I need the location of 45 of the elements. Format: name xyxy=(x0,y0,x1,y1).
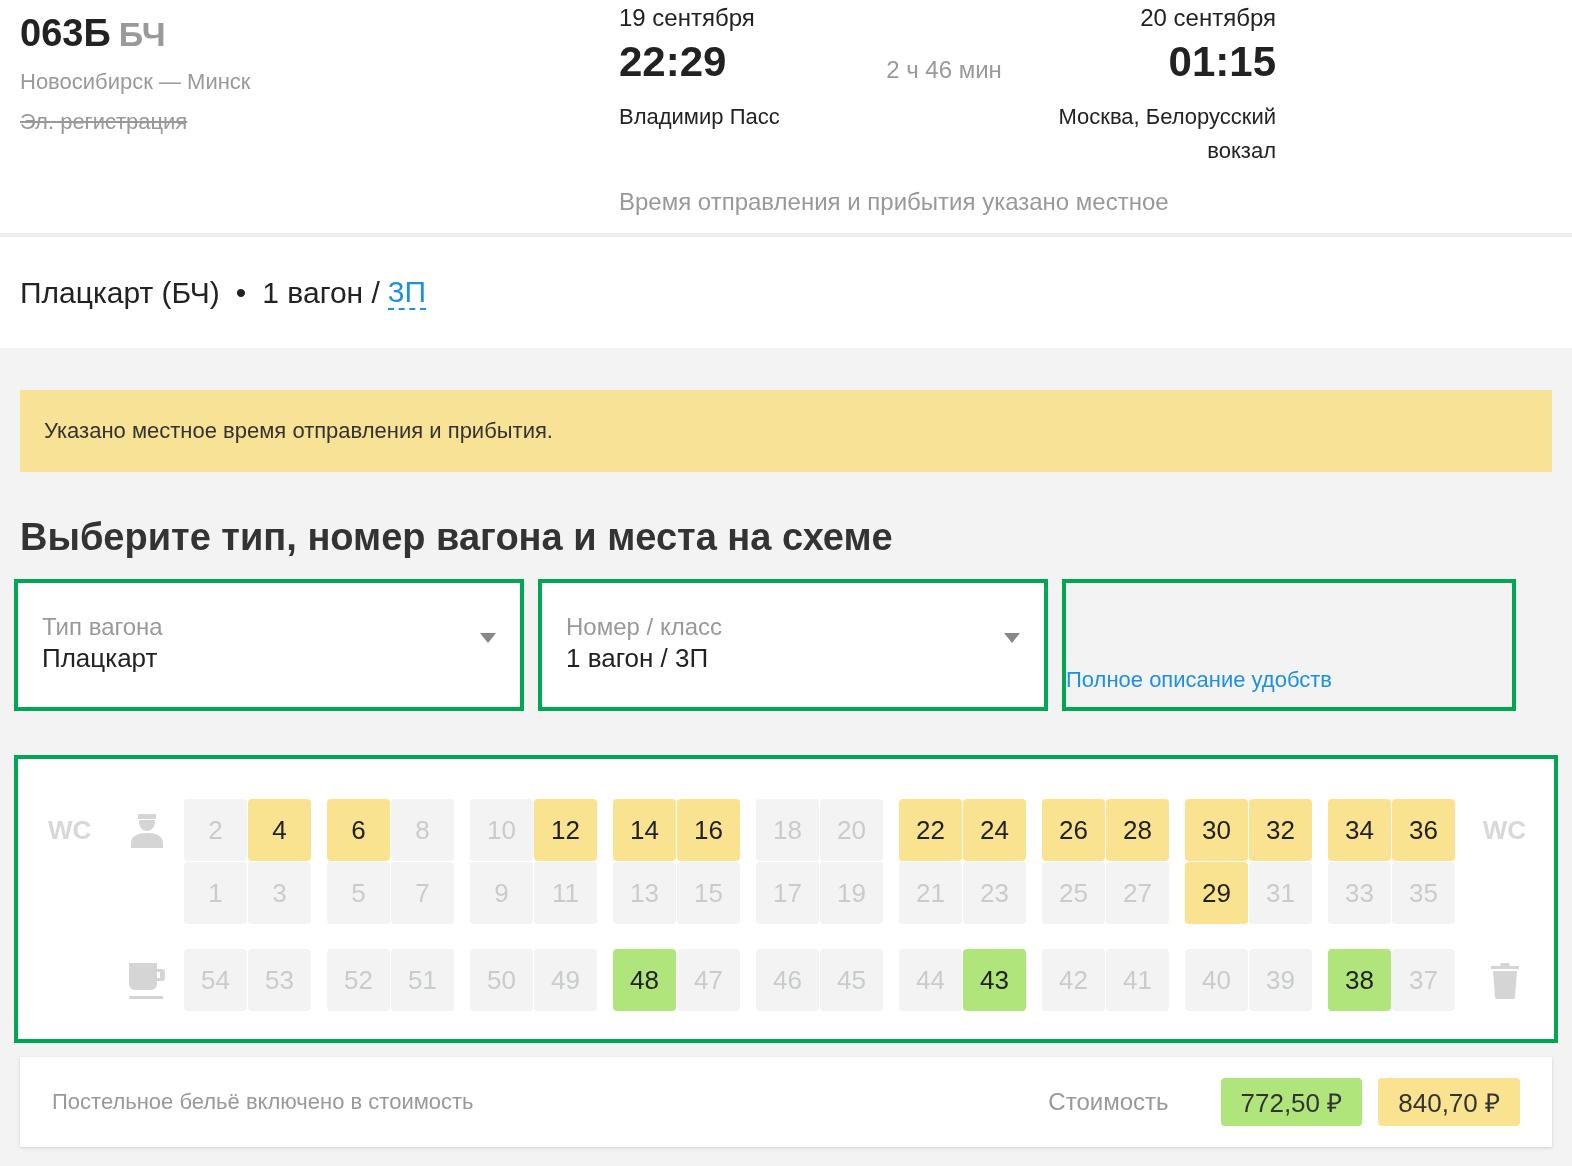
car-number: 1 вагон / xyxy=(262,275,380,310)
conductor-icon xyxy=(129,812,165,849)
cost-label: Стоимость xyxy=(1048,1088,1169,1116)
seat[interactable]: 14 xyxy=(613,799,676,861)
trash-icon xyxy=(1490,963,1519,999)
dropdown-caret-icon xyxy=(480,633,496,643)
notice-banner: Указано местное время отправления и прибытия. xyxy=(20,390,1552,472)
seat[interactable]: 48 xyxy=(613,949,676,1011)
seat[interactable]: 22 xyxy=(899,799,962,861)
dropdown-select[interactable]: Номер / класс 1 вагон / 3П xyxy=(538,579,1048,711)
dropdown-caret-icon xyxy=(1004,633,1020,643)
duration: 2 ч 46 мин xyxy=(885,56,1003,84)
seat[interactable]: 12 xyxy=(534,799,597,861)
train-operator: БЧ xyxy=(118,15,166,53)
seat[interactable]: 36 xyxy=(1392,799,1455,861)
seat[interactable]: 29 xyxy=(1185,862,1248,924)
seat[interactable]: 30 xyxy=(1185,799,1248,861)
departure-date: 19 сентября xyxy=(619,4,756,32)
seat[interactable]: 24 xyxy=(963,799,1026,861)
arrival-station: Москва, Белорусский вокзал xyxy=(1057,103,1276,165)
cup-icon xyxy=(128,962,166,1000)
seat[interactable]: 28 xyxy=(1106,799,1169,861)
seat[interactable]: 6 xyxy=(327,799,390,861)
arrival-date: 20 сентября xyxy=(1140,4,1276,32)
seat[interactable]: 16 xyxy=(677,799,740,861)
e-registration: Эл. регистрация xyxy=(20,109,189,135)
seat[interactable]: 34 xyxy=(1328,799,1391,861)
section-heading: Выберите тип, номер вагона и места на схеме xyxy=(20,516,894,559)
dropdown-select[interactable]: Тип вагона Плацкарт xyxy=(14,579,524,711)
seat[interactable]: 4 xyxy=(248,799,311,861)
price-tag: 772,50 ₽ xyxy=(1220,1078,1363,1126)
price-tag: 840,70 ₽ xyxy=(1378,1078,1520,1126)
seat[interactable]: 32 xyxy=(1249,799,1312,861)
seat[interactable]: 38 xyxy=(1328,949,1391,1011)
bedding-note: Постельное бельё включено в стоимость xyxy=(52,1089,475,1115)
time-note: Время отправления и прибытия указано местное xyxy=(619,188,1170,216)
arrival-time: 01:15 xyxy=(1168,38,1276,86)
separator-dot: • xyxy=(235,275,247,310)
seat[interactable]: 43 xyxy=(963,949,1026,1011)
seat[interactable]: 26 xyxy=(1042,799,1105,861)
route: Новосибирск — Минск xyxy=(20,69,252,95)
train-number: 063Б xyxy=(20,12,111,54)
departure-station: Владимир Пасс xyxy=(619,103,781,131)
car-type: Плацкарт (БЧ) xyxy=(20,275,220,310)
departure-time: 22:29 xyxy=(619,38,728,86)
